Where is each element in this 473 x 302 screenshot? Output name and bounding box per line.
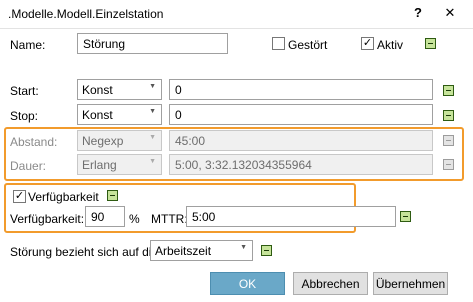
abstand-label: Abstand: <box>10 135 58 149</box>
start-attribute-button[interactable] <box>443 85 454 96</box>
chevron-down-icon: ▼ <box>149 108 156 115</box>
bezug-attribute-button[interactable] <box>261 245 272 256</box>
aktiv-checkbox[interactable]: ✓ <box>361 37 374 50</box>
gestoert-checkbox[interactable] <box>272 37 285 50</box>
bezug-value: Arbeitszeit <box>155 244 212 258</box>
verfuegbarkeit-attribute-button[interactable] <box>107 190 118 201</box>
abstand-attribute-button <box>443 135 454 146</box>
stop-label: Stop: <box>10 109 39 123</box>
verfuegbarkeit-section-label: Verfügbarkeit <box>28 190 99 204</box>
dauer-value-input: 5:00, 3:32.132034355964 <box>169 154 433 175</box>
start-label: Start: <box>10 84 39 98</box>
gestoert-label: Gestört <box>288 38 328 52</box>
abstand-type-dropdown: Negexp ▼ <box>77 130 162 151</box>
percent-unit: % <box>129 212 140 226</box>
stop-type-dropdown[interactable]: Konst ▼ <box>77 104 162 125</box>
start-type-value: Konst <box>82 83 113 97</box>
chevron-down-icon: ▼ <box>149 134 156 141</box>
dauer-type-dropdown: Erlang ▼ <box>77 154 162 175</box>
cancel-button[interactable]: Abbrechen <box>293 272 368 295</box>
abstand-type-value: Negexp <box>82 134 124 148</box>
name-label: Name: <box>10 38 46 52</box>
stop-attribute-button[interactable] <box>443 110 454 121</box>
dauer-label: Dauer: <box>10 159 47 173</box>
stop-type-value: Konst <box>82 108 113 122</box>
abstand-value-input: 45:00 <box>169 130 433 151</box>
aktiv-attribute-button[interactable] <box>425 38 436 49</box>
ok-button[interactable]: OK <box>210 272 285 295</box>
verfuegbarkeit-label: Verfügbarkeit: <box>10 212 85 226</box>
chevron-down-icon: ▼ <box>149 83 156 90</box>
mttr-input[interactable]: 5:00 <box>186 206 396 227</box>
help-button[interactable]: ? <box>408 5 428 23</box>
stop-value-input[interactable]: 0 <box>169 104 433 125</box>
mttr-attribute-button[interactable] <box>400 211 411 222</box>
dauer-attribute-button <box>443 159 454 170</box>
bezug-label: Störung bezieht sich auf die: <box>10 245 162 259</box>
apply-button[interactable]: Übernehmen <box>373 272 448 295</box>
verfuegbarkeit-checkbox[interactable]: ✓ <box>13 190 26 203</box>
start-type-dropdown[interactable]: Konst ▼ <box>77 79 162 100</box>
aktiv-label: Aktiv <box>377 38 404 52</box>
title-bar: .Modelle.Modell.Einzelstation ? ✕ <box>0 0 473 29</box>
name-input[interactable]: Störung <box>77 33 228 54</box>
mttr-label: MTTR: <box>151 212 188 226</box>
verfuegbarkeit-input[interactable]: 90 <box>85 206 125 227</box>
start-value-input[interactable]: 0 <box>169 79 433 100</box>
close-button[interactable]: ✕ <box>440 5 460 23</box>
chevron-down-icon: ▼ <box>149 158 156 165</box>
bezug-dropdown[interactable]: Arbeitszeit ▼ <box>150 240 253 261</box>
dauer-type-value: Erlang <box>82 158 117 172</box>
chevron-down-icon: ▼ <box>240 244 247 251</box>
window-title: .Modelle.Modell.Einzelstation <box>8 7 164 21</box>
